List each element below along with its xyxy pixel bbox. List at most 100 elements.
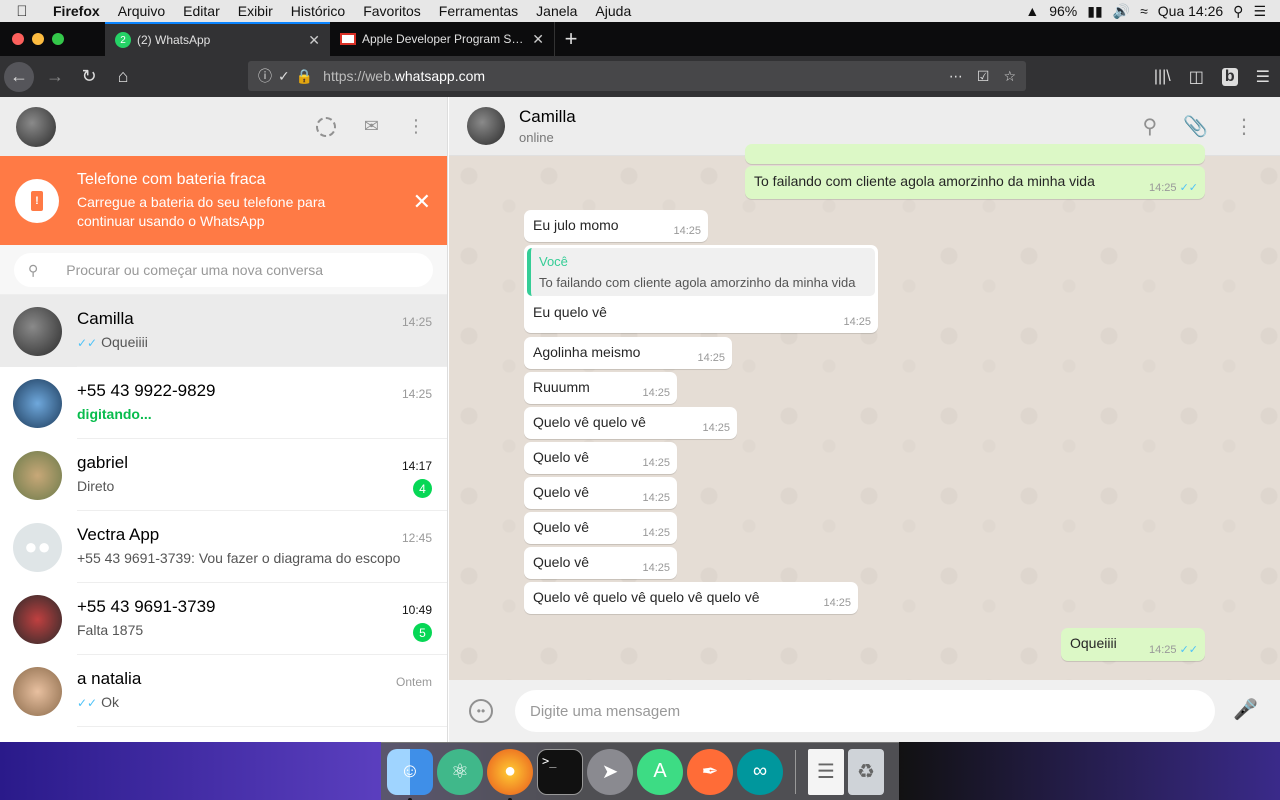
new-tab-button[interactable]: + [555,22,587,56]
message-bubble[interactable]: Oqueiiii 14:25 ✓✓ [1061,628,1205,661]
menu-ferramentas[interactable]: Ferramentas [430,3,527,19]
app-menu-icon[interactable]: ☰ [1256,67,1270,87]
chat-item-gabriel[interactable]: gabriel 14:17 Direto 4 [0,439,447,511]
contact-name: Camilla [519,107,576,126]
chat-name: Camilla [77,309,134,328]
message-input[interactable]: Digite uma mensagem [515,690,1215,732]
tab-apple-developer[interactable]: Apple Developer Program Supp ✕ [330,22,555,56]
notification-center-icon[interactable]: ☰ [1253,3,1266,20]
menu-editar[interactable]: Editar [174,3,229,19]
emoji-icon[interactable]: •• [469,699,493,723]
new-chat-icon[interactable]: ✉ [364,116,379,137]
volume-icon[interactable]: 🔊 [1113,3,1130,20]
back-button[interactable]: ← [4,61,34,92]
messages-area[interactable]: To failando com cliente agola amorzinho … [449,144,1280,680]
message-bubble[interactable]: To failando com cliente agola amorzinho … [745,166,1205,199]
firefox-icon[interactable]: ● [487,748,533,800]
close-window-button[interactable] [12,33,24,45]
apple-menu-icon[interactable]:  [0,3,44,20]
menu-favoritos[interactable]: Favoritos [354,3,430,19]
chat-item-9691-3739[interactable]: +55 43 9691-3739 10:49 Falta 1875 5 [0,583,447,655]
message-bubble[interactable]: Quelo vê quelo vê 14:25 [524,407,737,439]
message-bubble[interactable]: Quelo vê 14:25 [524,477,677,509]
close-tab-icon[interactable]: ✕ [308,32,320,49]
tab-whatsapp[interactable]: 2 (2) WhatsApp ✕ [105,22,330,56]
reload-button[interactable]: ↻ [72,62,106,92]
close-tab-icon[interactable]: ✕ [532,31,544,48]
message-bubble[interactable]: Quelo vê 14:25 [524,512,677,544]
url-text[interactable]: https://web.whatsapp.com [323,68,485,84]
menu-exibir[interactable]: Exibir [229,3,282,19]
message-bubble[interactable]: Ruuumm 14:25 [524,372,677,404]
menu-icon[interactable]: ⋮ [407,116,425,137]
spotlight-search-icon[interactable]: ⚲ [1233,3,1243,20]
info-icon[interactable]: ⓘ [258,66,272,86]
message-bubble[interactable]: Eu julo momo 14:25 [524,210,708,242]
chat-item-camilla[interactable]: Camilla 14:25 ✓✓ Oqueiiii [0,295,447,367]
menu-janela[interactable]: Janela [527,3,586,19]
forward-button[interactable]: → [38,62,72,92]
compose-footer: •• Digite uma mensagem 🎤 [449,680,1280,742]
double-check-icon: ✓✓ [77,336,98,350]
zoom-window-button[interactable] [52,33,64,45]
extension-icon[interactable]: b [1221,67,1238,86]
arduino-icon[interactable]: ∞ [737,748,783,795]
message-bubble[interactable]: Agolinha meismo 14:25 [524,337,732,369]
quoted-message[interactable]: Você To failando com cliente agola amorz… [527,248,875,296]
pocket-icon[interactable]: ☑ [977,68,990,85]
my-profile-avatar[interactable] [16,106,56,147]
wifi-icon[interactable]: ≈ [1140,3,1148,19]
message-bubble[interactable]: Quelo vê quelo vê quelo vê quelo vê 14:2… [524,582,858,614]
tab-label: Apple Developer Program Supp [362,32,527,46]
contact-avatar[interactable] [467,107,505,145]
search-input[interactable]: ⚲ Procurar ou começar uma nova conversa [14,253,433,287]
message-bubble[interactable]: Quelo vê 14:25 [524,547,677,579]
message-bubble-with-quote[interactable]: Você To failando com cliente agola amorz… [524,245,878,333]
dock-separator [795,749,796,794]
close-banner-icon[interactable]: ✕ [413,189,431,215]
permissions-icon[interactable]: ✓ [278,68,290,85]
display-icon[interactable]: ▲ [1025,3,1039,19]
launchpad-icon[interactable]: ➤ [587,748,633,795]
chat-item-vectra-app[interactable]: ●● Vectra App 12:45 +55 43 9691-3739: Vo… [0,511,447,583]
menu-arquivo[interactable]: Arquivo [109,3,174,19]
macos-menubar:  Firefox Arquivo Editar Exibir Históric… [0,0,1280,22]
chat-item-a-natalia[interactable]: a natalia Ontem ✓✓ Ok [0,655,447,727]
trash-icon[interactable]: ♻ [848,748,884,795]
attach-paperclip-icon[interactable]: 📎 [1183,114,1208,139]
menu-icon[interactable]: ⋮ [1234,114,1254,139]
menu-app-name[interactable]: Firefox [44,3,109,19]
minimize-window-button[interactable] [32,33,44,45]
sidebar-toggle-icon[interactable]: ◫ [1189,67,1204,87]
message-bubble [745,144,1205,164]
banner-subtitle: Carregue a bateria do seu telefone para … [77,193,326,229]
terminal-icon[interactable]: >_ [537,748,583,795]
home-button[interactable]: ⌂ [106,62,140,92]
library-icon[interactable]: |||\ [1154,68,1171,86]
message-time: 14:25 [673,225,701,237]
atom-icon[interactable]: ⚛ [437,748,483,795]
message-text: Agolinha meismo [533,344,641,360]
message-time: 14:25 [642,527,670,539]
menu-historico[interactable]: Histórico [282,3,354,19]
unread-badge: 5 [413,623,432,642]
page-actions-icon[interactable]: ⋯ [949,68,963,85]
chat-last-message: digitando... [77,406,152,422]
postman-icon[interactable]: ✒ [687,748,733,795]
status-icon[interactable] [315,116,336,137]
bookmark-star-icon[interactable]: ☆ [1003,68,1016,85]
chat-item-9922-9829[interactable]: +55 43 9922-9829 14:25 digitando... [0,367,447,439]
low-battery-banner: ! Telefone com bateria fraca Carregue a … [0,156,447,245]
lock-icon: 🔒 [295,67,314,84]
banner-title: Telefone com bateria fraca [77,170,266,188]
finder-icon[interactable]: ☺ [387,748,433,800]
address-bar[interactable]: ⓘ ✓ 🔒 https://web.whatsapp.com ⋯ ☑ ☆ [248,61,1026,91]
search-icon[interactable]: ⚲ [1142,114,1157,139]
clock[interactable]: Qua 14:26 [1158,3,1223,19]
microphone-icon[interactable]: 🎤 [1233,697,1258,722]
message-bubble[interactable]: Quelo vê 14:25 [524,442,677,474]
document-icon[interactable]: ☰ [808,748,844,795]
battery-icon[interactable]: ▮▮ [1087,3,1102,20]
android-studio-icon[interactable]: A [637,748,683,795]
menu-ajuda[interactable]: Ajuda [586,3,640,19]
